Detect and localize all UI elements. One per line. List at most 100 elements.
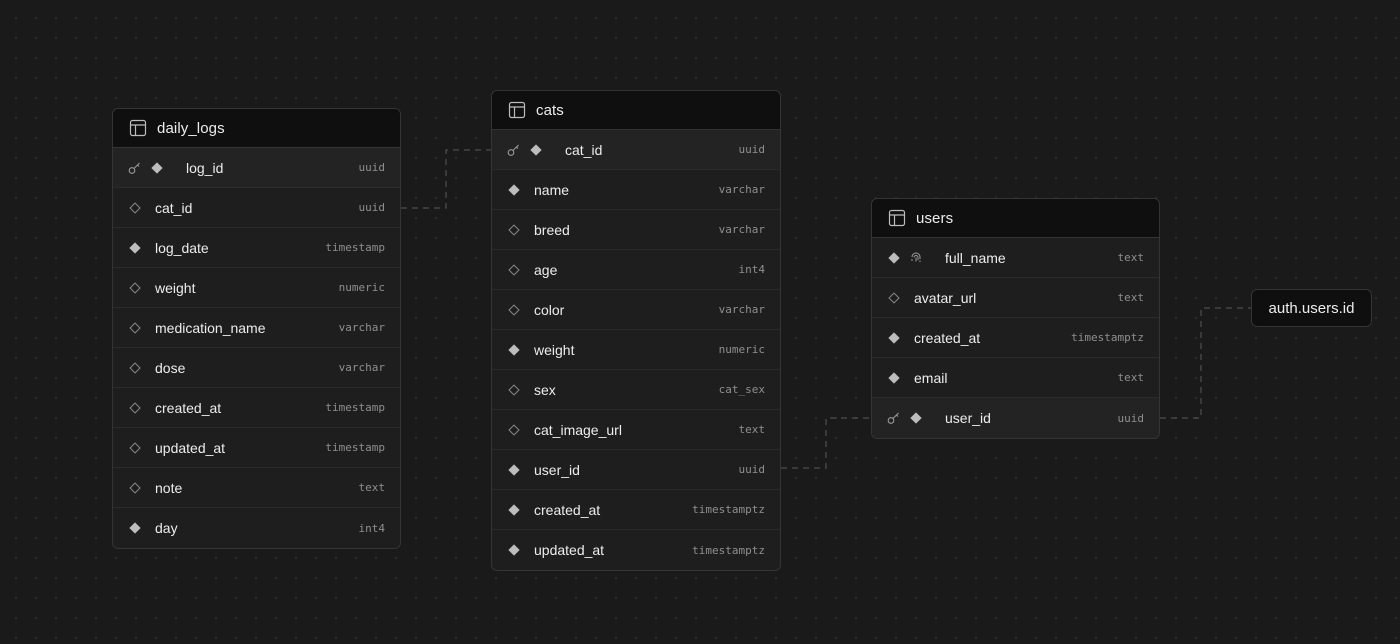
nullable-diamond-icon xyxy=(507,223,521,237)
column-name: created_at xyxy=(155,399,222,416)
table-icon xyxy=(888,209,906,227)
column-row-breed[interactable]: breed varchar xyxy=(492,210,780,250)
column-row-email[interactable]: email text xyxy=(872,358,1159,398)
column-type: uuid xyxy=(738,143,766,156)
column-name: day xyxy=(155,520,178,536)
column-type: varchar xyxy=(338,321,385,334)
required-diamond-icon xyxy=(909,411,923,425)
column-row-name[interactable]: name varchar xyxy=(492,170,780,210)
table-icon xyxy=(129,119,147,137)
column-row-log-id[interactable]: log_id uuid xyxy=(113,148,400,188)
column-icons xyxy=(128,321,150,335)
connector-users-user-id-to-auth-users-id xyxy=(1160,307,1251,419)
column-row-note[interactable]: note text xyxy=(113,468,400,508)
column-name: sex xyxy=(534,381,556,398)
column-row-weight[interactable]: weight numeric xyxy=(113,268,400,308)
table-card-daily-logs[interactable]: daily_logs log_id uuid cat_id uuid log_date ti… xyxy=(112,108,401,549)
column-row-created-at[interactable]: created_at timestamptz xyxy=(872,318,1159,358)
column-row-avatar-url[interactable]: avatar_url text xyxy=(872,278,1159,318)
column-row-weight[interactable]: weight numeric xyxy=(492,330,780,370)
required-diamond-icon xyxy=(128,521,142,535)
column-row-cat-id[interactable]: cat_id uuid xyxy=(492,130,780,170)
column-type: text xyxy=(1117,371,1145,384)
column-icons xyxy=(128,481,150,495)
column-type: cat_sex xyxy=(718,383,765,396)
required-diamond-icon xyxy=(529,143,543,157)
column-icons xyxy=(507,463,529,477)
column-name: breed xyxy=(534,221,570,238)
column-type: timestamp xyxy=(325,401,385,414)
column-row-age[interactable]: age int4 xyxy=(492,250,780,290)
table-title: daily_logs xyxy=(157,119,225,137)
column-icons xyxy=(507,503,529,517)
column-type: varchar xyxy=(718,223,765,236)
column-icons xyxy=(507,183,529,197)
column-row-user-id[interactable]: user_id uuid xyxy=(492,450,780,490)
column-icons xyxy=(128,161,172,175)
nullable-diamond-icon xyxy=(128,401,142,415)
column-name: note xyxy=(155,479,183,496)
required-diamond-icon xyxy=(507,503,521,517)
column-type: varchar xyxy=(718,303,765,316)
table-title: users xyxy=(916,209,954,227)
column-name: dose xyxy=(155,359,186,376)
column-type: numeric xyxy=(718,343,765,356)
required-diamond-icon xyxy=(887,251,901,265)
column-icons xyxy=(128,201,150,215)
column-row-log-date[interactable]: log_date timestamp xyxy=(113,228,400,268)
column-row-updated-at[interactable]: updated_at timestamp xyxy=(113,428,400,468)
column-row-full-name[interactable]: full_name text xyxy=(872,238,1159,278)
column-type: uuid xyxy=(1117,411,1145,425)
column-name: cat_id xyxy=(155,199,193,216)
table-header[interactable]: daily_logs xyxy=(113,109,400,148)
required-diamond-icon xyxy=(887,331,901,345)
column-icons xyxy=(507,343,529,357)
nullable-diamond-icon xyxy=(128,361,142,375)
table-header[interactable]: cats xyxy=(492,91,780,130)
column-row-dose[interactable]: dose varchar xyxy=(113,348,400,388)
column-row-cat-id[interactable]: cat_id uuid xyxy=(113,188,400,228)
column-type: timestamp xyxy=(325,441,385,454)
table-header[interactable]: users xyxy=(872,199,1159,238)
primary-key-icon xyxy=(128,161,142,175)
table-title: cats xyxy=(536,101,564,119)
column-name: weight xyxy=(155,279,196,296)
column-type: timestamp xyxy=(325,241,385,254)
column-name: email xyxy=(914,369,948,386)
primary-key-icon xyxy=(507,143,521,157)
required-diamond-icon xyxy=(887,371,901,385)
auth-users-id-reference[interactable]: auth.users.id xyxy=(1251,289,1372,327)
nullable-diamond-icon xyxy=(128,321,142,335)
column-row-medication-name[interactable]: medication_name varchar xyxy=(113,308,400,348)
column-icons xyxy=(128,281,150,295)
table-card-users[interactable]: users full_name text avatar_url text created_… xyxy=(871,198,1160,439)
column-row-created-at[interactable]: created_at timestamptz xyxy=(492,490,780,530)
column-row-updated-at[interactable]: updated_at timestamptz xyxy=(492,530,780,570)
column-name: user_id xyxy=(534,461,580,478)
nullable-diamond-icon xyxy=(507,383,521,397)
required-diamond-icon xyxy=(128,241,142,255)
column-row-created-at[interactable]: created_at timestamp xyxy=(113,388,400,428)
column-name: full_name xyxy=(945,249,1006,266)
nullable-diamond-icon xyxy=(128,201,142,215)
column-type: varchar xyxy=(718,183,765,196)
required-diamond-icon xyxy=(150,161,164,175)
column-name: color xyxy=(534,301,565,318)
column-icons xyxy=(507,303,529,317)
primary-key-icon xyxy=(887,411,901,425)
column-row-sex[interactable]: sex cat_sex xyxy=(492,370,780,410)
column-icons xyxy=(887,291,909,305)
column-row-day[interactable]: day int4 xyxy=(113,508,400,548)
column-icons xyxy=(128,241,150,255)
column-row-user-id[interactable]: user_id uuid xyxy=(872,398,1159,438)
column-name: log_id xyxy=(186,159,224,176)
column-name: cat_image_url xyxy=(534,421,622,438)
table-card-cats[interactable]: cats cat_id uuid name varchar breed varchar age… xyxy=(491,90,781,571)
column-name: created_at xyxy=(914,329,981,346)
nullable-diamond-icon xyxy=(128,441,142,455)
column-name: log_date xyxy=(155,239,209,256)
column-row-cat-image-url[interactable]: cat_image_url text xyxy=(492,410,780,450)
column-name: weight xyxy=(534,341,575,358)
column-row-color[interactable]: color varchar xyxy=(492,290,780,330)
column-type: numeric xyxy=(338,281,385,294)
